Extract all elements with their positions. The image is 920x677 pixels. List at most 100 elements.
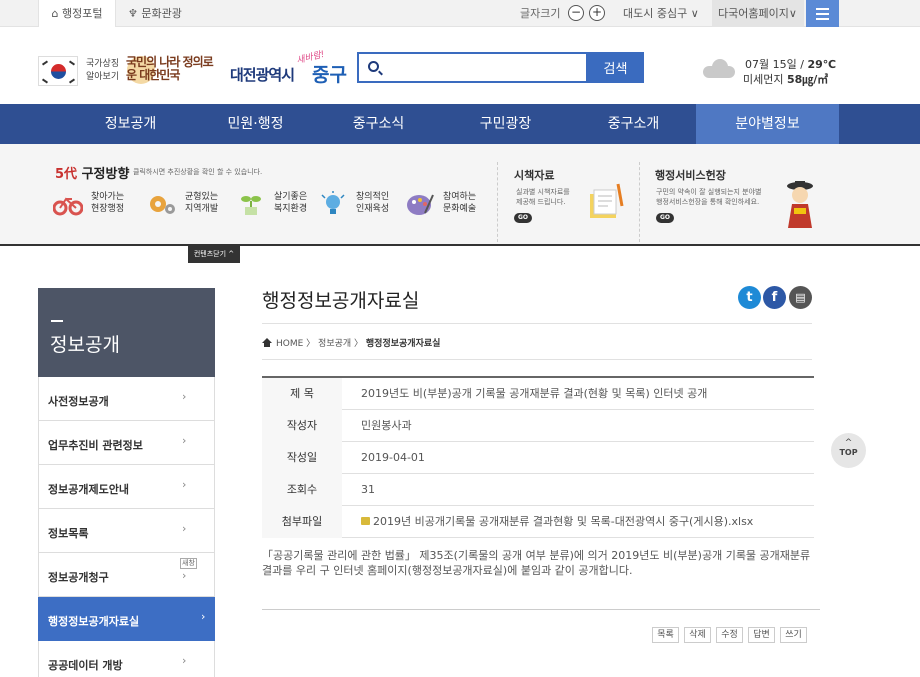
- national-symbol-link[interactable]: 국가상징 알아보기: [86, 58, 119, 84]
- tab-portal-label: 행정포털: [62, 7, 103, 20]
- direction-label: 문화예술: [443, 204, 477, 214]
- nav-item-junggu-intro[interactable]: 중구소개: [570, 104, 697, 144]
- direction-label: 균형있는: [185, 192, 219, 202]
- search-icon: [368, 61, 379, 72]
- sidebar-item-system-guide[interactable]: 정보공개제도안내 ›: [38, 465, 215, 509]
- chevron-right-icon: ›: [182, 390, 187, 403]
- nav-item-civil-admin[interactable]: 민원·행정: [192, 104, 319, 144]
- sidebar-item-request[interactable]: 정보공개청구 새창 ›: [38, 553, 215, 597]
- facebook-icon[interactable]: f: [763, 286, 786, 309]
- row-header-date: 작성일: [262, 442, 342, 474]
- nav-item-junggu-news[interactable]: 중구소식: [315, 104, 442, 144]
- direction-label: 창의적인: [356, 192, 390, 202]
- sidebar-item-archive[interactable]: 행정정보공개자료실 ›: [38, 597, 215, 641]
- scroll-top-button[interactable]: ^ TOP: [831, 433, 866, 468]
- row-header-title: 제 목: [262, 378, 342, 410]
- attachment-link[interactable]: 2019년 비공개기록물 공개재분류 결과현황 및 목록-대전광역시 중구(게시…: [361, 506, 753, 538]
- service-charter-go-button[interactable]: GO: [656, 213, 674, 223]
- language-select[interactable]: 다국어홈페이지∨: [712, 0, 804, 27]
- culture-icon: ♆: [128, 7, 138, 20]
- page-title: 행정정보공개자료실: [262, 290, 420, 312]
- menu-line: [816, 18, 829, 20]
- search-button[interactable]: 검색: [587, 52, 644, 83]
- policy-desc-line: 제공해 드립니다.: [516, 198, 566, 206]
- weather-date-text: 07월 15일 /: [745, 58, 808, 71]
- chevron-right-icon: ›: [201, 610, 206, 623]
- list-button[interactable]: 목록: [652, 627, 679, 643]
- breadcrumb-info-disclosure[interactable]: 정보공개: [318, 339, 351, 349]
- district-logo[interactable]: 중구: [312, 60, 347, 87]
- service-charter-description: 구민의 약속이 잘 실행되는지 분야별 행정서비스헌장을 통해 확인하세요.: [656, 187, 762, 207]
- trigram: [68, 60, 76, 66]
- trigram: [41, 60, 49, 66]
- direction-label: 살기좋은: [274, 192, 308, 202]
- sidebar-item-pre-disclosure[interactable]: 사전정보공개 ›: [38, 377, 215, 421]
- tab-culture[interactable]: ♆ 문화관광: [128, 0, 182, 27]
- trigram: [68, 78, 76, 84]
- band-title-number: 5代: [55, 167, 78, 182]
- search-input[interactable]: [389, 57, 579, 78]
- table-row: 제 목 2019년도 비(부분)공개 기록물 공개재분류 결과(현황 및 목록) …: [262, 378, 814, 410]
- mascot-character-icon: [787, 181, 813, 228]
- font-increase-button[interactable]: +: [589, 5, 605, 21]
- title-divider: [262, 323, 812, 324]
- chevron-right-icon: ›: [182, 434, 187, 447]
- plant-icon: [241, 196, 261, 215]
- band-title-text: 구정방향: [81, 167, 130, 182]
- attachment-filename: 2019년 비공개기록물 공개재분류 결과현황 및 목록-대전광역시 중구(게시…: [373, 515, 754, 528]
- row-header-attachment: 첨부파일: [262, 506, 342, 538]
- table-row: 작성일 2019-04-01: [262, 442, 814, 474]
- write-button[interactable]: 쓰기: [780, 627, 807, 643]
- taegeuk-symbol: [51, 64, 66, 79]
- delete-button[interactable]: 삭제: [684, 627, 711, 643]
- breadcrumb-home[interactable]: HOME: [276, 339, 303, 349]
- file-icon: [361, 517, 370, 525]
- sidebar-item-label: 정보목록: [48, 527, 89, 540]
- new-window-badge: 새창: [180, 558, 197, 569]
- national-symbol-text: 국가상징: [86, 59, 120, 69]
- nav-item-citizen-square[interactable]: 구민광장: [442, 104, 569, 144]
- sidebar-item-info-list[interactable]: 정보목록 ›: [38, 509, 215, 553]
- district-select[interactable]: 대도시 중심구 ∨: [623, 0, 699, 27]
- post-body: 「공공기록물 관리에 관한 법률」 제35조(기록물의 공개 여부 분류)에 의…: [262, 549, 811, 577]
- slogan-label: 국민의 나라 정의로운 대한민국: [126, 55, 214, 82]
- sidebar-item-label: 행정정보공개자료실: [48, 615, 140, 628]
- policy-go-button[interactable]: GO: [514, 213, 532, 223]
- post-actions: 목록 삭제 수정 답변 쓰기: [652, 627, 812, 643]
- sidebar-item-label: 사전정보공개: [48, 395, 109, 408]
- edit-button[interactable]: 수정: [716, 627, 743, 643]
- content-collapse-button[interactable]: 컨텐츠닫기 ^: [188, 246, 240, 263]
- nav-item-field-info[interactable]: 분야별정보: [696, 104, 839, 144]
- post-author-value: 민원봉사과: [361, 419, 412, 432]
- home-icon: [262, 338, 272, 347]
- service-desc-line: 구민의 약속이 잘 실행되는지 분야별: [656, 188, 762, 196]
- reply-button[interactable]: 답변: [748, 627, 775, 643]
- twitter-icon[interactable]: t: [738, 286, 761, 309]
- direction-label: 현장행정: [91, 204, 125, 214]
- print-icon[interactable]: ▤: [789, 286, 812, 309]
- font-size-label: 글자크기: [520, 7, 561, 20]
- sidebar-title: 정보공개: [50, 334, 120, 356]
- direction-label: 참여하는: [443, 192, 477, 202]
- city-name[interactable]: 대전광역시: [230, 64, 295, 85]
- tab-portal[interactable]: ⌂ 행정포털: [38, 0, 116, 27]
- breadcrumb-separator: 〉: [303, 339, 319, 349]
- font-decrease-button[interactable]: −: [568, 5, 584, 21]
- band-subtitle: 클릭하시면 추진상황을 확인 할 수 있습니다.: [133, 168, 263, 176]
- post-divider: [262, 609, 820, 610]
- sidebar-item-expense[interactable]: 업무추진비 관련정보 ›: [38, 421, 215, 465]
- direction-label: 복지환경: [274, 204, 308, 214]
- nav-item-info-disclosure[interactable]: 정보공개: [67, 104, 194, 144]
- sidebar-item-label: 정보공개제도안내: [48, 483, 129, 496]
- utility-bar: ⌂ 행정포털 ♆ 문화관광 글자크기 − + 대도시 중심구 ∨ 다국어홈페이지…: [0, 0, 920, 27]
- breadcrumb-current: 행정정보공개자료실: [365, 339, 441, 349]
- hamburger-menu-button[interactable]: [806, 0, 839, 27]
- post-views-value: 31: [361, 483, 375, 496]
- band-divider: [497, 162, 498, 242]
- weather-temperature: 29℃: [807, 58, 837, 71]
- table-row: 작성자 민원봉사과: [262, 410, 814, 442]
- policy-description: 실과별 시책자료를 제공해 드립니다.: [516, 187, 570, 207]
- sidebar-item-open-data[interactable]: 공공데이터 개방 ›: [38, 641, 215, 677]
- national-flag-icon[interactable]: [38, 56, 78, 86]
- band-title: 5代 구정방향: [55, 163, 129, 182]
